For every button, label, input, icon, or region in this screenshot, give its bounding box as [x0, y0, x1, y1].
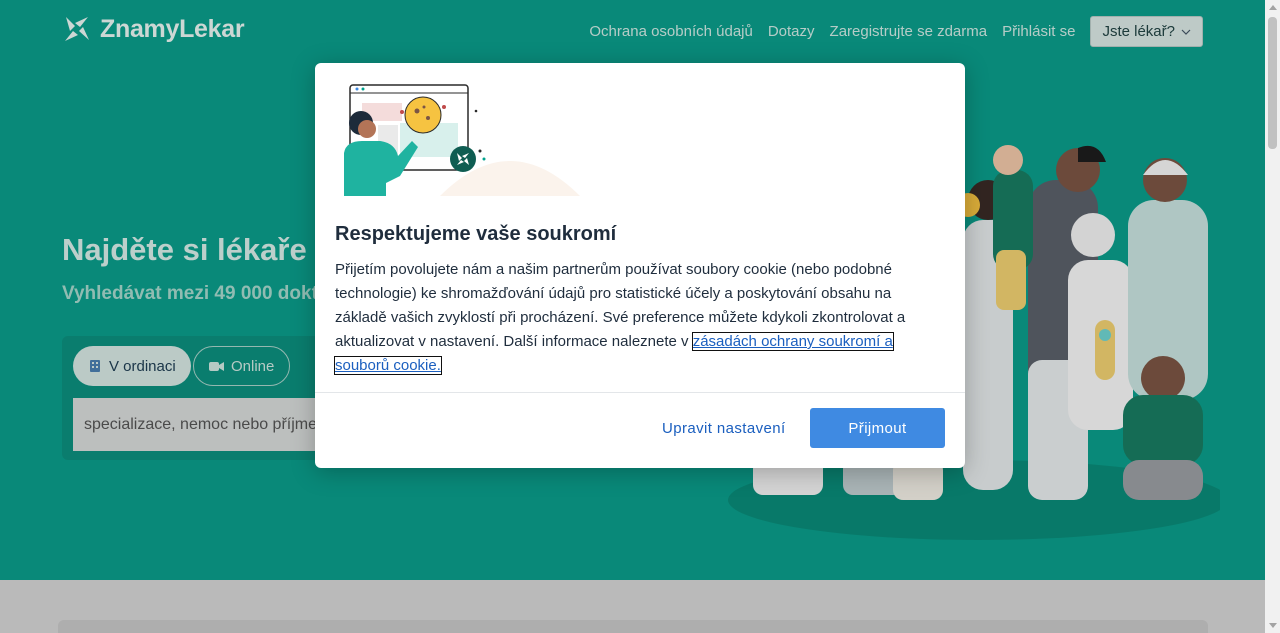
hero-title: Najděte si lékaře a: [62, 232, 333, 267]
modal-body: Přijetím povolujete nám a našim partnerů…: [334, 258, 925, 378]
nav-register[interactable]: Zaregistrujte se zdarma: [830, 23, 988, 40]
search-input[interactable]: specializace, nemoc nebo příjme: [73, 398, 323, 451]
hero-subtitle: Vyhledávat mezi 49 000 dokt: [62, 283, 318, 304]
are-you-doctor-button[interactable]: Jste lékař?: [1090, 16, 1203, 47]
cookie-consent-modal: Respektujeme vaše soukromí Přijetím povo…: [315, 63, 965, 468]
privacy-illustration: [344, 84, 580, 196]
video-camera-icon: [209, 361, 224, 371]
nav-privacy[interactable]: Ochrana osobních údajů: [589, 23, 752, 40]
modal-divider: [315, 392, 965, 393]
top-navigation: Ochrana osobních údajů Dotazy Zaregistru…: [589, 16, 1203, 47]
modal-title: Respektujeme vaše soukromí: [335, 223, 617, 245]
logo[interactable]: ZnamyLekar: [62, 14, 245, 44]
nav-questions[interactable]: Dotazy: [768, 23, 815, 40]
doctor-button-label: Jste lékař?: [1102, 23, 1175, 40]
accept-button[interactable]: Přijmout: [810, 408, 945, 448]
mode-in-office-button[interactable]: V ordinaci: [73, 346, 191, 386]
edit-settings-button[interactable]: Upravit nastavení: [662, 420, 786, 437]
mode-online-label: Online: [231, 357, 275, 375]
nav-login[interactable]: Přihlásit se: [1002, 23, 1075, 40]
building-icon: [90, 360, 100, 372]
lower-card: [58, 620, 1208, 633]
scroll-up-arrow-icon[interactable]: [1269, 5, 1277, 10]
scroll-down-arrow-icon[interactable]: [1269, 623, 1277, 628]
chevron-down-icon: [1181, 29, 1191, 35]
scrollbar[interactable]: [1265, 0, 1280, 633]
logo-icon: [62, 14, 92, 44]
scrollbar-thumb[interactable]: [1268, 17, 1277, 149]
mode-online-button[interactable]: Online: [193, 346, 291, 386]
logo-text: ZnamyLekar: [100, 14, 245, 43]
mode-office-label: V ordinaci: [109, 357, 176, 375]
